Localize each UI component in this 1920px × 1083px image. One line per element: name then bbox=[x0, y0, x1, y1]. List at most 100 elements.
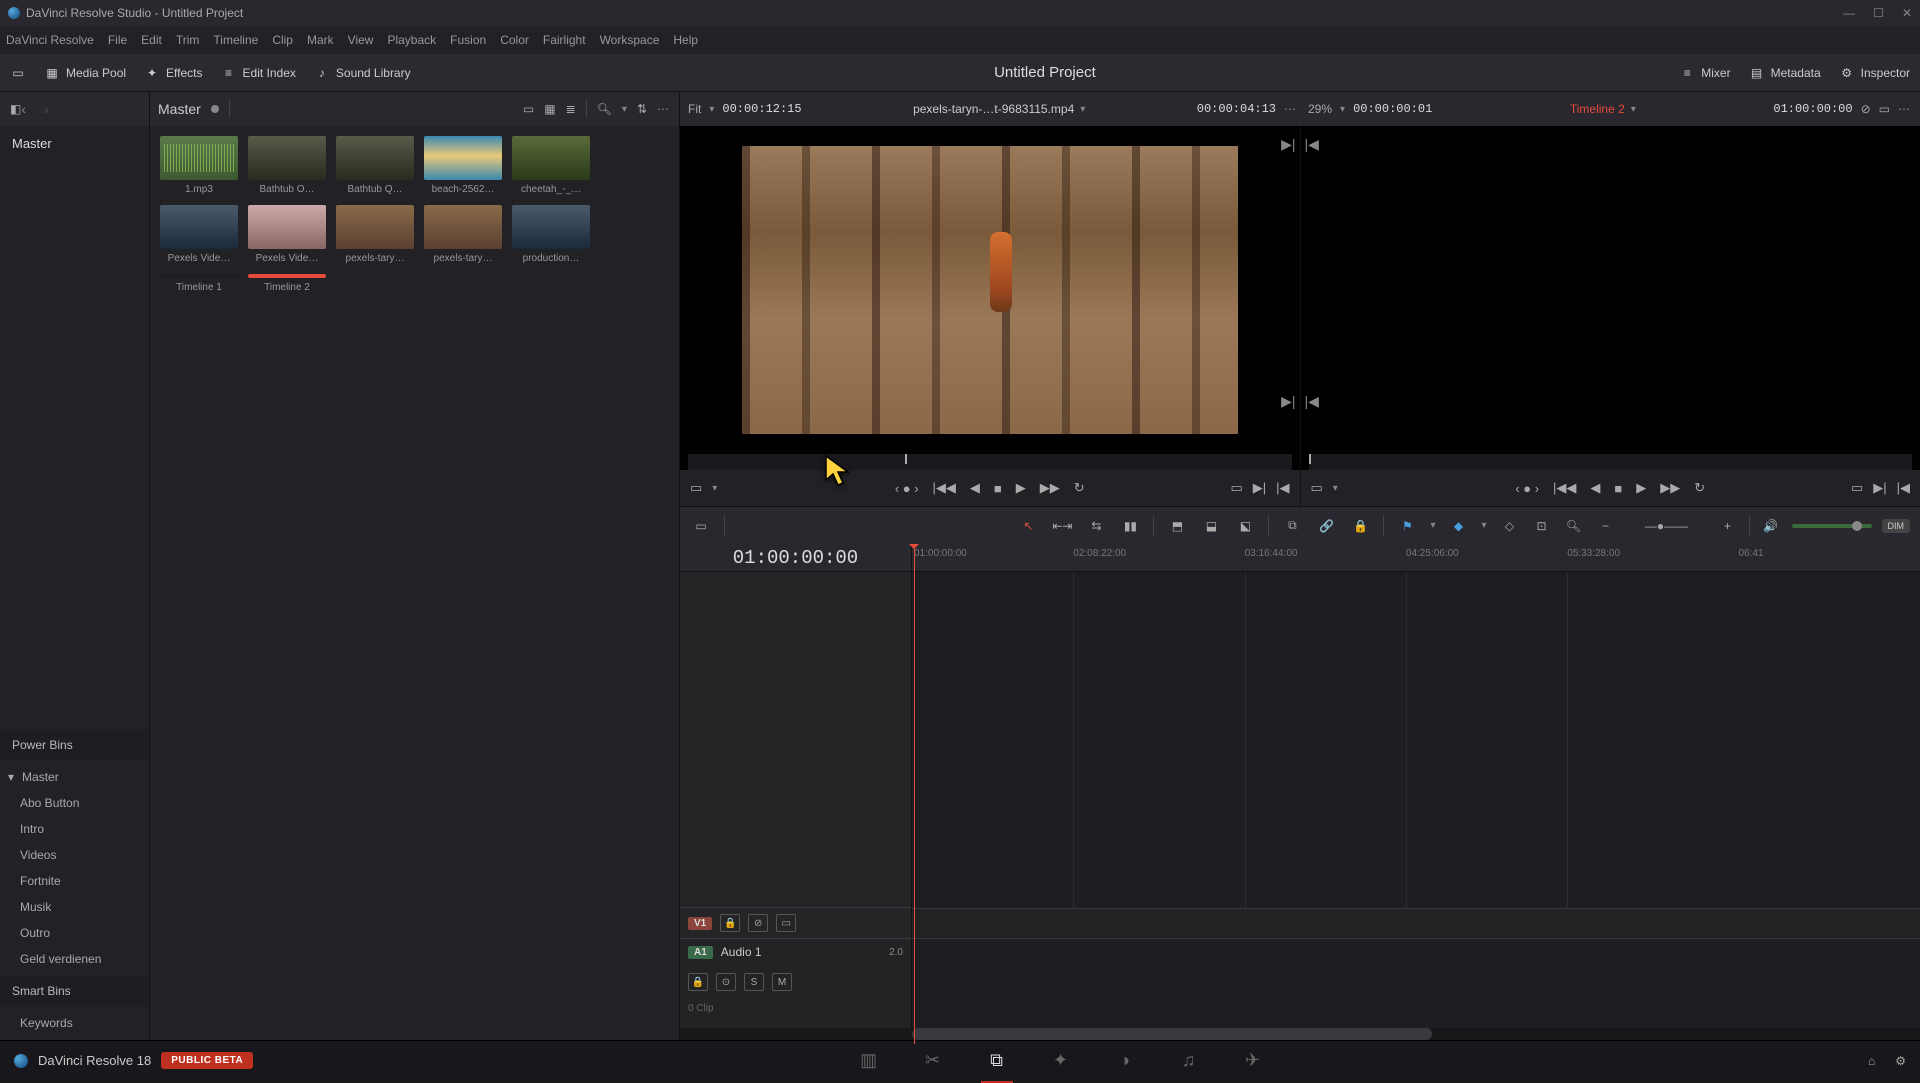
menu-workspace[interactable]: Workspace bbox=[600, 33, 660, 47]
program-mode-icon[interactable]: ▭ bbox=[1311, 480, 1323, 496]
zoom-slider[interactable]: —●—— bbox=[1627, 515, 1707, 537]
timeline-timecode-display[interactable]: 01:00:00:00 bbox=[680, 544, 912, 571]
menu-color[interactable]: Color bbox=[500, 33, 529, 47]
maximize-button[interactable]: ☐ bbox=[1873, 6, 1884, 20]
track-v1-lane[interactable] bbox=[912, 908, 1920, 938]
selection-tool-icon[interactable]: ↖ bbox=[1017, 515, 1039, 537]
bin-breadcrumb[interactable]: Master bbox=[158, 101, 201, 117]
powerbin-musik[interactable]: Musik bbox=[0, 894, 149, 920]
clip-thumbnail[interactable] bbox=[512, 136, 590, 180]
flag-icon[interactable]: ⚑ bbox=[1396, 515, 1418, 537]
volume-icon[interactable]: 🔊 bbox=[1760, 515, 1782, 537]
media-clip[interactable]: production… bbox=[512, 205, 590, 264]
source-jog-icon[interactable]: ‹ ● › bbox=[895, 481, 919, 496]
media-clip[interactable]: Timeline 2 bbox=[248, 274, 326, 293]
powerbin-outro[interactable]: Outro bbox=[0, 920, 149, 946]
mediapool-toggle[interactable]: ▦Media Pool bbox=[44, 65, 126, 81]
timeline-ruler[interactable]: 01:00:00:00 02:08:22:00 03:16:44:00 04:2… bbox=[912, 544, 1920, 571]
marker-icon[interactable]: ◆ bbox=[1447, 515, 1469, 537]
zoom-out-icon[interactable]: − bbox=[1595, 515, 1617, 537]
effects-toggle[interactable]: ✦Effects bbox=[144, 65, 202, 81]
inspector-toggle[interactable]: ⚙Inspector bbox=[1839, 65, 1910, 81]
page-fairlight-icon[interactable]: ♫ bbox=[1177, 1049, 1201, 1073]
menu-help[interactable]: Help bbox=[673, 33, 698, 47]
smartbin-keywords[interactable]: Keywords bbox=[0, 1010, 149, 1036]
snap-icon[interactable]: ⧉ bbox=[1281, 515, 1303, 537]
track-v1-frame-icon[interactable]: ▭ bbox=[776, 914, 796, 932]
media-clip[interactable]: pexels-tary… bbox=[336, 205, 414, 264]
menu-view[interactable]: View bbox=[348, 33, 374, 47]
powerbin-master[interactable]: Master bbox=[0, 764, 149, 790]
media-clip[interactable]: beach-2562… bbox=[424, 136, 502, 195]
media-clip[interactable]: Timeline 1 bbox=[160, 274, 238, 293]
track-a1-lane[interactable] bbox=[912, 938, 1920, 1028]
nav-back-icon[interactable]: ‹ bbox=[21, 101, 26, 117]
page-color-icon[interactable]: ◑ bbox=[1113, 1049, 1137, 1073]
track-v1-disable-icon[interactable]: ⊘ bbox=[748, 914, 768, 932]
source-canvas[interactable]: ▶| ▶| bbox=[680, 126, 1300, 454]
timeline-scrollbar[interactable] bbox=[680, 1028, 1920, 1040]
track-a1-name[interactable]: Audio 1 bbox=[721, 945, 762, 959]
source-out-icon[interactable]: |◀ bbox=[1276, 480, 1289, 496]
program-jog-icon[interactable]: ‹ ● › bbox=[1515, 481, 1539, 496]
track-a1-header[interactable]: A1 Audio 1 2.0 🔒 ⊙ S M 0 Clip bbox=[680, 938, 911, 1028]
media-clip[interactable]: Pexels Vide… bbox=[248, 205, 326, 264]
track-a1-lock-icon[interactable]: 🔒 bbox=[688, 973, 708, 991]
program-first-edit-icon[interactable]: |◀ bbox=[1305, 393, 1319, 410]
source-name-dropdown-icon[interactable]: ▾ bbox=[1080, 104, 1085, 115]
playhead[interactable] bbox=[914, 544, 915, 1044]
clip-thumbnail[interactable] bbox=[160, 274, 238, 278]
view-thumb-icon[interactable]: ▦ bbox=[544, 102, 555, 116]
sidebar-collapse-icon[interactable]: ◧ bbox=[10, 102, 21, 116]
menu-playback[interactable]: Playback bbox=[387, 33, 436, 47]
clip-thumbnail[interactable] bbox=[248, 205, 326, 249]
page-cut-icon[interactable]: ✂ bbox=[921, 1049, 945, 1073]
program-prev-frame-icon[interactable]: ◀ bbox=[1590, 480, 1600, 496]
page-deliver-icon[interactable]: ✈ bbox=[1241, 1049, 1265, 1073]
program-name-dropdown-icon[interactable]: ▾ bbox=[1631, 104, 1636, 115]
relink-icon[interactable]: ◇ bbox=[1499, 515, 1521, 537]
source-zoom[interactable]: Fit bbox=[688, 102, 701, 116]
marker-dropdown-icon[interactable]: ▾ bbox=[1481, 520, 1486, 531]
source-zoom-dropdown-icon[interactable]: ▾ bbox=[709, 104, 714, 115]
menu-davinciresolve[interactable]: DaVinci Resolve bbox=[6, 33, 94, 47]
track-a1-solo-button[interactable]: S bbox=[744, 973, 764, 991]
clip-thumbnail[interactable] bbox=[160, 205, 238, 249]
program-mode-dropdown-icon[interactable]: ▾ bbox=[1333, 483, 1338, 494]
program-canvas[interactable]: |◀ |◀ bbox=[1301, 126, 1920, 454]
home-icon[interactable]: ⌂ bbox=[1868, 1054, 1875, 1068]
source-timecode[interactable]: 00:00:04:13 bbox=[1197, 102, 1276, 116]
lock-icon[interactable]: 🔒 bbox=[1349, 515, 1371, 537]
program-timeline-name[interactable]: Timeline 2 bbox=[1570, 102, 1625, 116]
page-media-icon[interactable]: ▥ bbox=[857, 1049, 881, 1073]
mediapool-more-icon[interactable]: ⋯ bbox=[657, 102, 671, 116]
track-a1-mute-button[interactable]: M bbox=[772, 973, 792, 991]
program-play-icon[interactable]: ▶ bbox=[1636, 480, 1646, 496]
media-clip[interactable]: 1.mp3 bbox=[160, 136, 238, 195]
track-a1-badge[interactable]: A1 bbox=[688, 946, 713, 959]
link-icon[interactable]: 🔗 bbox=[1315, 515, 1337, 537]
program-stop-icon[interactable]: ■ bbox=[1614, 481, 1622, 496]
page-edit-icon[interactable]: ⧉ bbox=[985, 1049, 1009, 1073]
menu-fairlight[interactable]: Fairlight bbox=[543, 33, 586, 47]
clip-thumbnail[interactable] bbox=[424, 205, 502, 249]
powerbin-abobutton[interactable]: Abo Button bbox=[0, 790, 149, 816]
layout-toggle[interactable]: ▭ bbox=[10, 65, 26, 81]
program-out-icon[interactable]: |◀ bbox=[1897, 480, 1910, 496]
menu-trim[interactable]: Trim bbox=[176, 33, 200, 47]
clip-thumbnail[interactable] bbox=[160, 136, 238, 180]
zoom-detail-icon[interactable]: 🔍︎ bbox=[1563, 515, 1585, 537]
timeline-scrollbar-thumb[interactable] bbox=[912, 1028, 1432, 1040]
track-v1-header[interactable]: V1 🔒 ⊘ ▭ bbox=[680, 907, 911, 938]
clip-thumbnail[interactable] bbox=[336, 205, 414, 249]
view-strip-icon[interactable]: ▭ bbox=[523, 102, 534, 116]
program-first-frame-icon[interactable]: |◀◀ bbox=[1553, 480, 1576, 496]
source-first-frame-icon[interactable]: |◀◀ bbox=[933, 480, 956, 496]
menu-mark[interactable]: Mark bbox=[307, 33, 334, 47]
media-clip[interactable]: Pexels Vide… bbox=[160, 205, 238, 264]
clip-thumbnail[interactable] bbox=[248, 136, 326, 180]
search-dropdown-icon[interactable]: ▾ bbox=[622, 104, 627, 115]
zoom-in-icon[interactable]: + bbox=[1717, 515, 1739, 537]
media-clip[interactable]: cheetah_-_… bbox=[512, 136, 590, 195]
page-fusion-icon[interactable]: ✦ bbox=[1049, 1049, 1073, 1073]
